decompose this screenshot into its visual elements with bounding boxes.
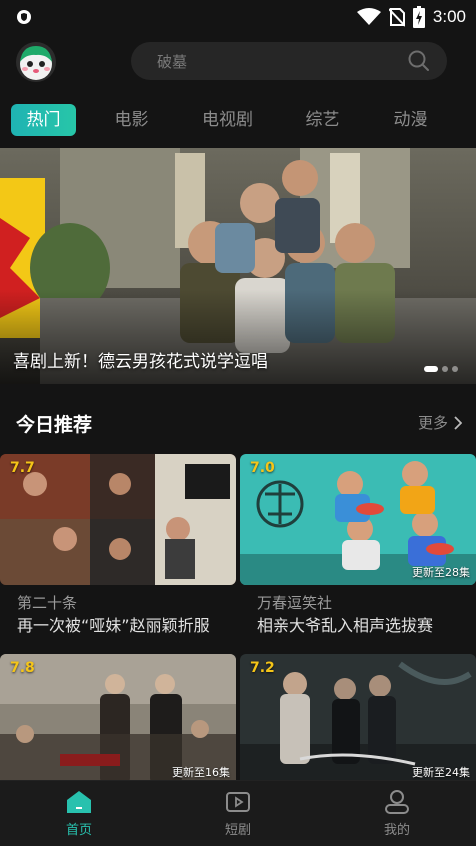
status-bar: 3:00: [0, 0, 476, 34]
bottom-nav: 首页 短剧 我的: [0, 780, 476, 846]
episode-update-label: 更新至24集: [412, 766, 470, 779]
wifi-icon: [356, 8, 381, 25]
tab-variety[interactable]: 综艺: [290, 104, 355, 136]
section-title: 今日推荐: [16, 414, 93, 436]
nav-profile[interactable]: 我的: [357, 789, 437, 838]
section-header: 今日推荐 更多: [0, 408, 476, 438]
carousel-indicator: [424, 366, 458, 372]
status-time: 3:00: [432, 7, 466, 26]
episode-update-label: 更新至16集: [172, 766, 230, 779]
carousel-dot: [452, 366, 458, 372]
chevron-right-icon: [454, 415, 462, 430]
score-badge: 7.8: [10, 660, 35, 676]
carousel-dot: [424, 366, 438, 372]
score-badge: 7.2: [250, 660, 275, 676]
tab-hot[interactable]: 热门: [11, 104, 76, 136]
nav-profile-label: 我的: [383, 823, 410, 838]
score-badge: 7.7: [10, 460, 35, 476]
episode-update-label: 更新至28集: [412, 566, 470, 579]
poster-image: [0, 454, 236, 585]
banner-carousel[interactable]: 喜剧上新！德云男孩花式说学逗唱: [0, 148, 476, 384]
card-title: 万春逗笑社: [257, 594, 333, 612]
avatar[interactable]: [16, 42, 56, 82]
score-badge: 7.0: [250, 460, 275, 476]
battery-charging-icon: [412, 6, 425, 28]
banner-caption: 喜剧上新！德云男孩花式说学逗唱: [13, 352, 268, 372]
tab-movies[interactable]: 电影: [99, 104, 164, 136]
search-input[interactable]: 破墓: [157, 51, 187, 72]
card-thumbnail: 7.8 更新至16集: [0, 654, 236, 785]
shield-icon: [17, 10, 31, 24]
nav-short-drama[interactable]: 短剧: [198, 789, 278, 838]
more-label: 更多: [417, 414, 448, 432]
mascot-icon: [20, 46, 52, 80]
card-thumbnail: 7.7: [0, 454, 236, 585]
search-bar[interactable]: 破墓: [131, 42, 447, 80]
card-thumbnail: 7.2 更新至24集: [240, 654, 476, 785]
nav-short-drama-label: 短剧: [224, 823, 251, 838]
card-description: 相亲大爷乱入相声选拔赛: [257, 616, 434, 635]
tab-tv-series[interactable]: 电视剧: [190, 104, 265, 136]
card-thumbnail: 7.0 更新至28集: [240, 454, 476, 585]
video-icon: [226, 792, 250, 812]
category-tabs: 热门 电影 电视剧 综艺 动漫: [0, 104, 476, 138]
top-bar: 破墓: [0, 34, 476, 94]
card-description: 再一次被“哑妹”赵丽颖折服: [17, 616, 210, 635]
carousel-dot: [442, 366, 448, 372]
nav-home-label: 首页: [65, 823, 92, 838]
tab-anime[interactable]: 动漫: [378, 104, 443, 136]
no-sim-icon: [388, 8, 405, 27]
card-title: 第二十条: [17, 594, 78, 612]
search-icon[interactable]: [407, 49, 431, 73]
profile-icon: [385, 790, 409, 814]
more-link[interactable]: 更多: [418, 412, 462, 433]
home-icon: [67, 791, 91, 813]
nav-home[interactable]: 首页: [39, 789, 119, 838]
